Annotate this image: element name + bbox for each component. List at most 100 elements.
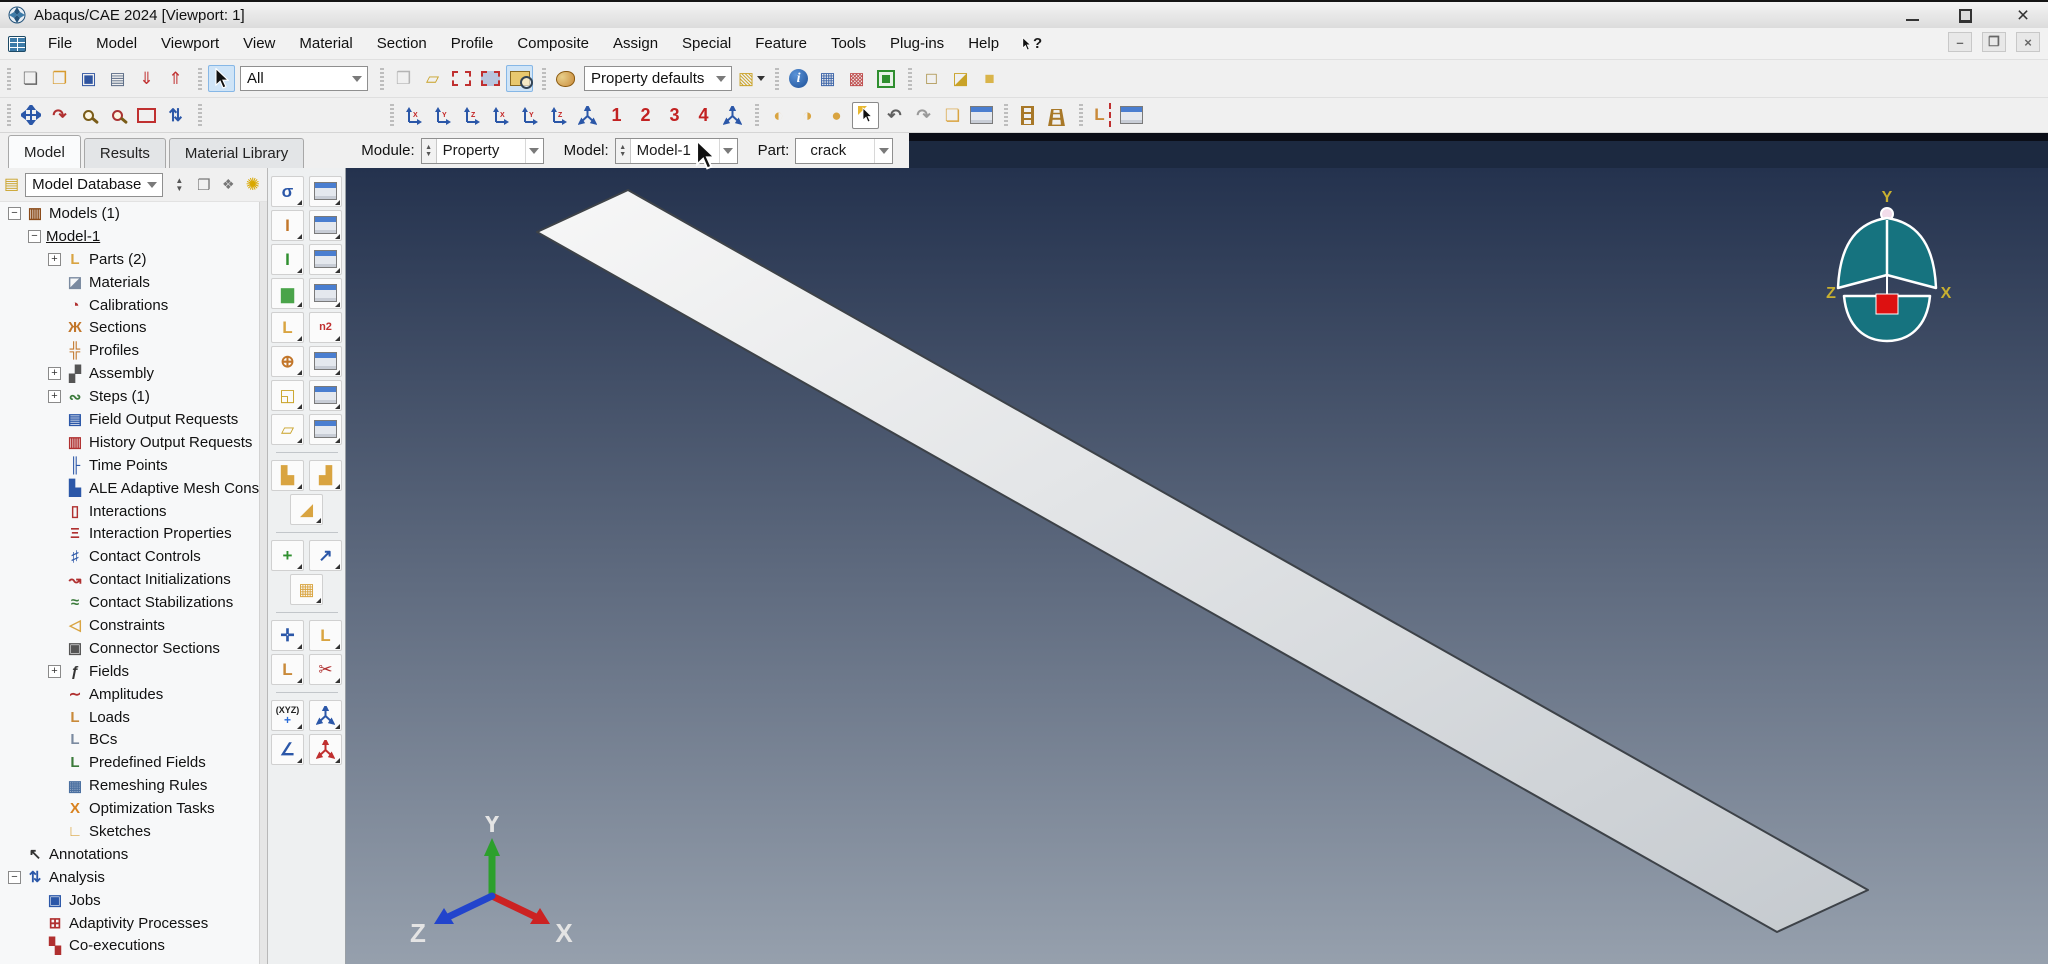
tree-item-steps-1[interactable]: +∾Steps (1) [0, 385, 259, 408]
user-view-3-button[interactable]: 3 [661, 102, 688, 129]
view-compass[interactable]: Y X Z [1824, 188, 1954, 353]
tree-item-models-1[interactable]: −▥Models (1) [0, 202, 259, 225]
apply-bottom-view-button[interactable]: X [487, 102, 514, 129]
tree-item-co-executions[interactable]: ▚Co-executions [0, 935, 259, 958]
composite-layup-manager-button[interactable] [309, 278, 342, 309]
section-assignment-manager-button[interactable] [309, 244, 342, 275]
tree-item-contact-controls[interactable]: ♯Contact Controls [0, 545, 259, 568]
new-model-database-button[interactable]: ❏ [17, 65, 44, 92]
tree-item-constraints[interactable]: ◁Constraints [0, 614, 259, 637]
assign-beam-orientation-button[interactable]: L [271, 312, 304, 343]
vertex-grid-tool-button[interactable]: ▦ [290, 574, 323, 605]
rebar-orientation-manager-button[interactable] [309, 346, 342, 377]
apply-back-view-button[interactable]: Y [429, 102, 456, 129]
create-datum-axis-button[interactable]: ↗ [309, 540, 342, 571]
tree-item-adaptivity-processes[interactable]: ⊞Adaptivity Processes [0, 912, 259, 935]
menu-viewport[interactable]: Viewport [149, 31, 231, 56]
create-display-group-ladder-button[interactable] [1014, 102, 1041, 129]
apply-top-view-button[interactable]: Z [458, 102, 485, 129]
display-group-manager-dialog-button[interactable] [968, 102, 995, 129]
collapse-icon[interactable]: − [28, 230, 41, 243]
user-view-1-button[interactable]: 1 [603, 102, 630, 129]
plane-angle-tool-button[interactable]: ∠ [271, 734, 304, 765]
module-chevron-icon[interactable] [525, 139, 543, 163]
render-wireframe-button[interactable]: □ [918, 65, 945, 92]
partition-cut-button[interactable]: ✂ [309, 654, 342, 685]
menu-special[interactable]: Special [670, 31, 743, 56]
tab-material-library[interactable]: Material Library [169, 138, 304, 168]
display-group-replace-button[interactable]: ◐ [765, 102, 792, 129]
context-help-icon[interactable]: ? [1021, 35, 1042, 52]
part-combo[interactable]: crack [795, 138, 893, 164]
tree-item-analysis[interactable]: −⇅Analysis [0, 866, 259, 889]
user-view-4-button[interactable]: 4 [690, 102, 717, 129]
render-box-button[interactable]: ▱ [419, 65, 446, 92]
apply-iso-view-button[interactable] [574, 102, 601, 129]
collapse-icon[interactable]: − [8, 207, 21, 220]
tree-item-interactions[interactable]: ▯Interactions [0, 500, 259, 523]
tree-item-field-output-requests[interactable]: ▤Field Output Requests [0, 408, 259, 431]
box-magnifier-button[interactable] [506, 65, 533, 92]
attach-database-upload-button[interactable]: ⇑ [162, 65, 189, 92]
menu-view[interactable]: View [231, 31, 287, 56]
menu-composite[interactable]: Composite [505, 31, 601, 56]
user-view-2-button[interactable]: 2 [632, 102, 659, 129]
tree-item-contact-stabilizations[interactable]: ≈Contact Stabilizations [0, 591, 259, 614]
model-combo[interactable]: ▲▼ Model-1 [615, 138, 738, 164]
module-spinner[interactable]: ▲▼ [422, 139, 437, 163]
menu-help[interactable]: Help [956, 31, 1011, 56]
zoom-box-view-button[interactable] [104, 102, 131, 129]
window-close-icon[interactable]: × [2012, 6, 2034, 26]
link-objects-icon[interactable]: ❖ [218, 173, 238, 197]
create-section-button[interactable]: I [271, 210, 304, 241]
stringer-manager-button[interactable] [309, 414, 342, 445]
nested-section-display-button[interactable] [872, 65, 899, 92]
apply-front-view-button[interactable]: X [400, 102, 427, 129]
window-minimize-icon[interactable] [1906, 12, 1919, 21]
auto-fit-view-button[interactable] [133, 102, 160, 129]
pan-view-button[interactable] [17, 102, 44, 129]
expand-icon[interactable]: + [48, 253, 61, 266]
expand-icon[interactable]: + [48, 367, 61, 380]
rotate-view-button[interactable]: ↷ [46, 102, 73, 129]
tree-item-time-points[interactable]: ╟Time Points [0, 454, 259, 477]
tree-item-fields[interactable]: +ƒFields [0, 660, 259, 683]
tree-item-model-1[interactable]: −Model-1 [0, 225, 259, 248]
toolbar-grip[interactable] [390, 104, 394, 126]
view-switch-spinner-icon[interactable]: ▲▼ [169, 173, 189, 197]
tree-item-bcs[interactable]: LBCs [0, 728, 259, 751]
material-manager-button[interactable] [309, 176, 342, 207]
menu-profile[interactable]: Profile [439, 31, 506, 56]
viewport-canvas[interactable]: Y X Z Y X Z [346, 168, 2048, 964]
create-material-button[interactable]: σ [271, 176, 304, 207]
model-spinner[interactable]: ▲▼ [616, 139, 631, 163]
menu-assign[interactable]: Assign [601, 31, 670, 56]
tree-scrollbar[interactable] [259, 202, 267, 964]
tree-item-calibrations[interactable]: ◔Calibrations [0, 294, 259, 317]
viewport-system-icon[interactable] [8, 36, 26, 52]
pan-region-dashed-button[interactable] [477, 65, 504, 92]
render-hidden-line-button[interactable]: ◪ [947, 65, 974, 92]
query-pick-button[interactable] [852, 102, 879, 129]
edit-feature-button[interactable]: ✛ [271, 620, 304, 651]
tree-item-materials[interactable]: ◪Materials [0, 271, 259, 294]
viewport-restore-icon[interactable]: ❐ [1982, 32, 2006, 52]
tree-item-contact-initializations[interactable]: ↝Contact Initializations [0, 568, 259, 591]
collapse-all-icon[interactable]: ❐ [194, 173, 214, 197]
tree-item-connector-sections[interactable]: ▣Connector Sections [0, 637, 259, 660]
csys-tripod-red-button[interactable] [309, 734, 342, 765]
save-model-database-button[interactable]: ▣ [75, 65, 102, 92]
tree-context-chevron-icon[interactable] [143, 182, 160, 188]
color-code-mode-combo[interactable]: Property defaults [584, 66, 732, 91]
tree-item-sketches[interactable]: ∟Sketches [0, 820, 259, 843]
viewport-close-icon[interactable]: × [2016, 32, 2040, 52]
tab-model[interactable]: Model [8, 135, 81, 168]
toolbar-grip[interactable] [755, 104, 759, 126]
tree-item-loads[interactable]: LLoads [0, 706, 259, 729]
mesh-cube-display-button[interactable]: ▦ [814, 65, 841, 92]
module-combo[interactable]: ▲▼ Property [421, 138, 544, 164]
tree-item-optimization-tasks[interactable]: XOptimization Tasks [0, 797, 259, 820]
skin-manager-button[interactable] [309, 380, 342, 411]
color-code-mode-chevron-icon[interactable] [712, 76, 729, 82]
tree-item-jobs[interactable]: ▣Jobs [0, 889, 259, 912]
